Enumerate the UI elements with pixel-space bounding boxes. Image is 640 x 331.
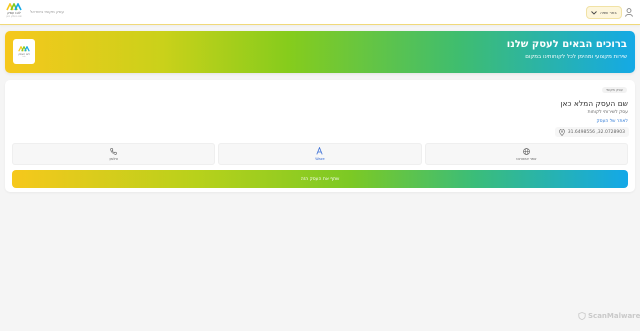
business-website-link[interactable]: לאתר של העסק [596,119,628,124]
logo-mark-icon [6,3,22,11]
logo-subtitle: שם העסק כאן [6,15,22,18]
call-label: טלפון [109,156,118,161]
hero-banner: לוגו העסק לוגו ברוכים הבאים לעסק שלנו שי… [5,31,635,73]
coordinates-badge[interactable]: 31.6498556 ,32.0728903 [554,127,629,137]
banner-title: ברוכים הבאים לעסק שלנו [506,39,627,50]
site-logo[interactable]: לוגו עסק שם העסק כאן [4,3,24,23]
banner-subtitle: שירות מקצועי ומהימן לכל לקוחותינו במקום [525,54,627,60]
shield-icon [578,312,586,320]
logo-mark-icon [18,45,30,52]
business-category: עסק לשירותי לקוחות [587,110,628,115]
language-label: בחר שפה [600,10,617,15]
banner-logo-sub: לוגו [22,55,26,58]
user-icon[interactable] [625,8,633,17]
share-business-button[interactable]: שתף את העסק הזה [12,170,628,188]
top-header: לוגו עסק שם העסק כאן עסק מקומי בישראל בח… [0,0,640,25]
navigation-icon [316,147,324,155]
watermark-text: ScanMalware [588,312,640,320]
phone-icon [110,147,117,155]
business-name: שם העסק המלא כאן [560,99,628,108]
language-selector[interactable]: בחר שפה [586,6,622,19]
banner-logo: לוגו העסק לוגו [13,39,35,64]
coordinates-text: 31.6498556 ,32.0728903 [567,129,625,135]
business-tag: עסק מקומי [601,87,627,93]
scanmalware-watermark: ScanMalware [578,311,640,321]
waze-button[interactable]: Waze [218,143,422,165]
website-label: אתר אינטרנט [516,156,537,161]
globe-icon [523,147,530,155]
header-subtitle: עסק מקומי בישראל [30,9,64,14]
chevron-down-icon [591,10,598,15]
website-button[interactable]: אתר אינטרנט [424,143,628,165]
location-pin-icon [558,128,565,136]
call-button[interactable]: טלפון [12,143,216,165]
action-buttons: טלפון Waze אתר אינטרנט [12,143,628,165]
waze-label: Waze [315,157,325,161]
business-card: עסק מקומי שם העסק המלא כאן עסק לשירותי ל… [5,80,635,192]
